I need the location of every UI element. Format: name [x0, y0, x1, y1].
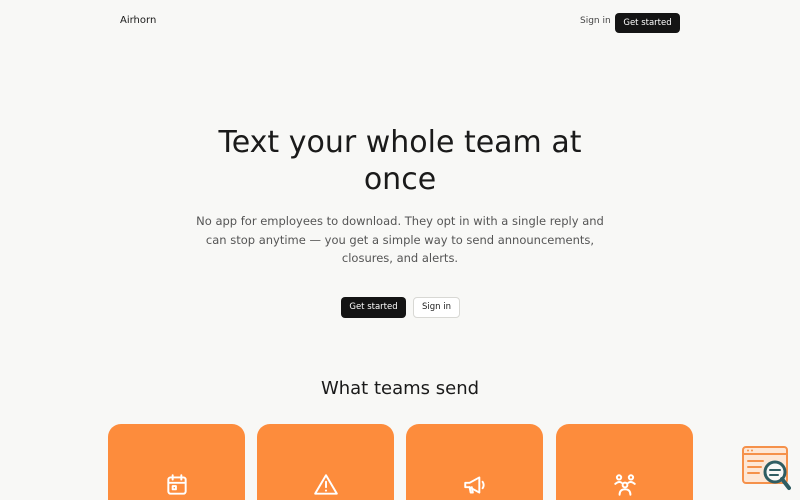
hero-get-started-button[interactable]: Get started — [341, 297, 406, 318]
users-icon — [612, 472, 638, 498]
card-calendar[interactable] — [108, 424, 245, 500]
nav-signin-link[interactable]: Sign in — [580, 16, 611, 26]
section-title: What teams send — [320, 378, 480, 399]
card-users[interactable] — [556, 424, 693, 500]
search-log-icon — [741, 445, 791, 491]
logo[interactable]: Airhorn — [120, 15, 156, 26]
alert-triangle-icon — [313, 472, 339, 498]
megaphone-icon — [462, 472, 488, 498]
top-nav: Airhorn Sign in Get started — [0, 0, 800, 44]
hero-subtitle: No app for employees to download. They o… — [196, 214, 604, 265]
card-megaphone[interactable] — [406, 424, 543, 500]
hero-title: Text your whole team at once — [218, 125, 582, 197]
hero-signin-button[interactable]: Sign in — [413, 297, 460, 318]
floating-widget-button[interactable] — [741, 445, 791, 491]
card-alert[interactable] — [257, 424, 394, 500]
calendar-icon — [164, 472, 190, 498]
nav-get-started-button[interactable]: Get started — [615, 13, 680, 33]
landing-page: Airhorn Sign in Get started Text your wh… — [0, 0, 800, 500]
